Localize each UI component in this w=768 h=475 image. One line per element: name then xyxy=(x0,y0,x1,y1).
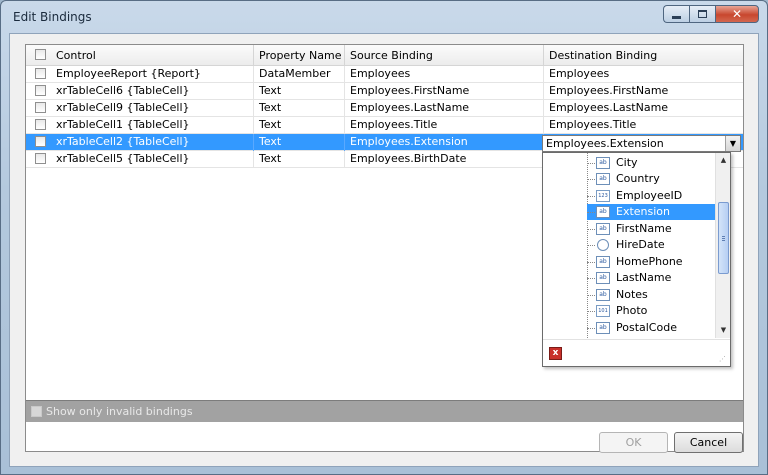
cell-control: xrTableCell5 {TableCell} xyxy=(51,151,254,168)
ok-button[interactable]: OK xyxy=(599,432,668,453)
row-checkbox[interactable] xyxy=(35,68,46,79)
scrollbar-thumb[interactable] xyxy=(718,202,729,274)
window-controls: ✕ xyxy=(663,5,759,23)
cell-source: Employees xyxy=(345,66,544,83)
row-checkbox[interactable] xyxy=(35,119,46,130)
grid-header: Control Property Name Source Binding Des… xyxy=(26,45,743,66)
tree-item-label: HomePhone xyxy=(616,255,683,268)
minimize-button[interactable] xyxy=(663,5,689,23)
text-field-icon: ab xyxy=(596,157,610,169)
scroll-down-icon[interactable]: ▼ xyxy=(716,323,731,337)
dialog-client-area: Control Property Name Source Binding Des… xyxy=(9,33,759,467)
date-field-icon xyxy=(597,239,609,251)
column-header-source-binding[interactable]: Source Binding xyxy=(345,45,544,66)
text-field-icon: ab xyxy=(596,173,610,185)
table-row[interactable]: xrTableCell9 {TableCell} Text Employees.… xyxy=(26,100,743,117)
text-field-icon: ab xyxy=(596,289,610,301)
tree-item-label: LastName xyxy=(616,271,672,284)
cell-control: xrTableCell2 {TableCell} xyxy=(51,134,254,151)
row-checkbox[interactable] xyxy=(35,85,46,96)
text-field-icon: ab xyxy=(596,256,610,268)
column-header-control[interactable]: Control xyxy=(51,45,254,66)
cell-destination[interactable]: Employees.LastName xyxy=(544,100,743,117)
tree-item-country[interactable]: ab Country xyxy=(587,171,715,187)
maximize-icon xyxy=(698,10,707,18)
cell-source: Employees.Extension xyxy=(345,134,544,151)
tree-item-label: Photo xyxy=(616,304,648,317)
tree-item-label: Extension xyxy=(614,205,673,219)
column-header-destination-binding[interactable]: Destination Binding xyxy=(544,45,743,66)
cell-property: Text xyxy=(254,83,345,100)
row-checkbox[interactable] xyxy=(35,102,46,113)
close-button[interactable]: ✕ xyxy=(715,5,759,23)
chevron-down-icon[interactable]: ▼ xyxy=(725,136,740,151)
text-field-icon: ab xyxy=(596,206,610,218)
binary-field-icon: 101 xyxy=(596,305,610,317)
text-field-icon: ab xyxy=(596,322,610,334)
cell-destination[interactable]: Employees.FirstName xyxy=(544,83,743,100)
tree-item-photo[interactable]: 101 Photo xyxy=(587,303,715,319)
row-checkbox[interactable] xyxy=(35,136,46,147)
minimize-icon xyxy=(672,15,681,19)
cell-property: Text xyxy=(254,117,345,134)
tree-item-city[interactable]: ab City xyxy=(587,155,715,171)
tree-item-notes[interactable]: ab Notes xyxy=(587,287,715,303)
field-tree: ab City ab Country 123 EmployeeID ab Ext… xyxy=(543,153,715,338)
column-header-property-name[interactable]: Property Name xyxy=(254,45,345,66)
tree-item-lastname[interactable]: ab LastName xyxy=(587,270,715,286)
numeric-field-icon: 123 xyxy=(596,190,610,202)
tree-item-postalcode[interactable]: ab PostalCode xyxy=(587,320,715,336)
cell-property: Text xyxy=(254,151,345,168)
table-row[interactable]: EmployeeReport {Report} DataMember Emplo… xyxy=(26,66,743,83)
tree-item-label: PostalCode xyxy=(616,321,677,334)
cell-property: Text xyxy=(254,100,345,117)
maximize-button[interactable] xyxy=(689,5,715,23)
clear-binding-button[interactable]: x xyxy=(549,347,562,360)
tree-item-label: City xyxy=(616,156,638,169)
cell-property: Text xyxy=(254,134,345,151)
cell-destination[interactable]: Employees.Title xyxy=(544,117,743,134)
cell-control: xrTableCell9 {TableCell} xyxy=(51,100,254,117)
tree-item-label: FirstName xyxy=(616,222,672,235)
tree-item-employeeid[interactable]: 123 EmployeeID xyxy=(587,188,715,204)
cell-property: DataMember xyxy=(254,66,345,83)
select-all-checkbox[interactable] xyxy=(35,49,46,60)
tree-item-hiredate[interactable]: HireDate xyxy=(587,237,715,253)
show-invalid-label: Show only invalid bindings xyxy=(46,405,193,418)
cell-source: Employees.FirstName xyxy=(345,83,544,100)
cell-source: Employees.Title xyxy=(345,117,544,134)
tree-item-label: Notes xyxy=(616,288,648,301)
grid-footer: Show only invalid bindings xyxy=(26,400,743,422)
edit-bindings-window: Edit Bindings ✕ Control Property Name So… xyxy=(0,0,768,475)
resize-grip-icon[interactable]: ⋰ xyxy=(719,355,728,364)
cell-destination[interactable]: Employees xyxy=(544,66,743,83)
window-title: Edit Bindings xyxy=(13,10,92,24)
tree-item-firstname[interactable]: ab FirstName xyxy=(587,221,715,237)
close-icon: ✕ xyxy=(731,7,743,21)
binding-dropdown-popup: ab City ab Country 123 EmployeeID ab Ext… xyxy=(542,152,731,367)
scroll-up-icon[interactable]: ▲ xyxy=(716,153,731,167)
tree-item-label: Country xyxy=(616,172,660,185)
cell-control: EmployeeReport {Report} xyxy=(51,66,254,83)
table-row[interactable]: xrTableCell1 {TableCell} Text Employees.… xyxy=(26,117,743,134)
dropdown-scrollbar[interactable]: ▲ ▼ xyxy=(715,153,730,338)
cell-control: xrTableCell6 {TableCell} xyxy=(51,83,254,100)
text-field-icon: ab xyxy=(596,223,610,235)
text-field-icon: ab xyxy=(596,272,610,284)
tree-item-extension[interactable]: ab Extension xyxy=(587,204,715,220)
tree-item-label: EmployeeID xyxy=(616,189,683,202)
cell-control: xrTableCell1 {TableCell} xyxy=(51,117,254,134)
title-bar[interactable]: Edit Bindings ✕ xyxy=(1,1,767,33)
tree-item-label: HireDate xyxy=(616,238,665,251)
combo-value: Employees.Extension xyxy=(546,137,664,150)
show-invalid-checkbox[interactable] xyxy=(31,406,42,417)
cell-source: Employees.BirthDate xyxy=(345,151,544,168)
row-checkbox[interactable] xyxy=(35,153,46,164)
tree-item-homephone[interactable]: ab HomePhone xyxy=(587,254,715,270)
dropdown-footer: x ⋰ xyxy=(543,339,730,366)
cell-source: Employees.LastName xyxy=(345,100,544,117)
destination-binding-combo[interactable]: Employees.Extension ▼ xyxy=(542,135,741,152)
table-row[interactable]: xrTableCell6 {TableCell} Text Employees.… xyxy=(26,83,743,100)
cancel-button[interactable]: Cancel xyxy=(674,432,743,453)
